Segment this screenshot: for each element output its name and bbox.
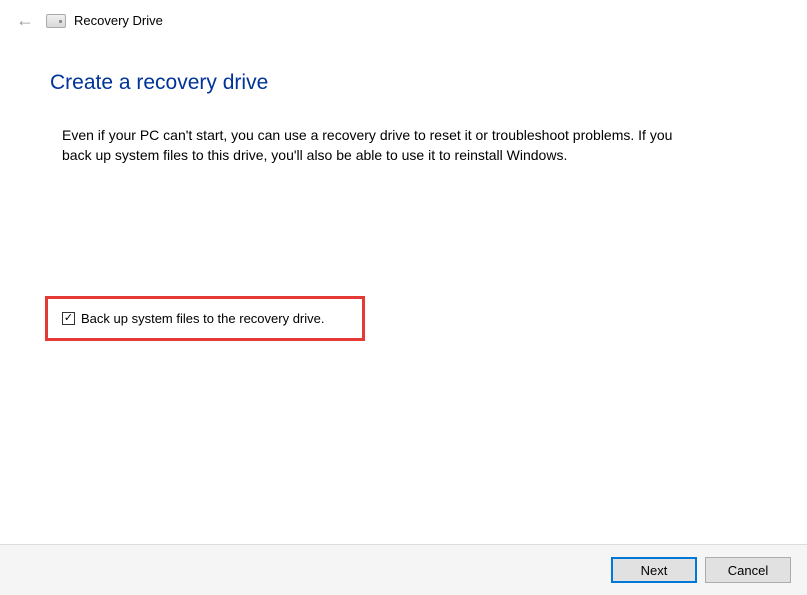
next-button[interactable]: Next <box>611 557 697 583</box>
backup-checkbox[interactable]: ✓ <box>62 312 75 325</box>
footer: Next Cancel <box>0 544 807 595</box>
page-description: Even if your PC can't start, you can use… <box>62 125 702 166</box>
titlebar: ← Recovery Drive <box>0 0 807 41</box>
backup-checkbox-label: Back up system files to the recovery dri… <box>81 311 324 326</box>
page-heading: Create a recovery drive <box>50 71 757 95</box>
drive-icon <box>46 14 66 28</box>
back-arrow-icon[interactable]: ← <box>12 8 38 33</box>
window-title: Recovery Drive <box>74 13 163 28</box>
cancel-button[interactable]: Cancel <box>705 557 791 583</box>
content-area: Create a recovery drive Even if your PC … <box>0 41 807 341</box>
backup-checkbox-row[interactable]: ✓ Back up system files to the recovery d… <box>45 296 365 341</box>
